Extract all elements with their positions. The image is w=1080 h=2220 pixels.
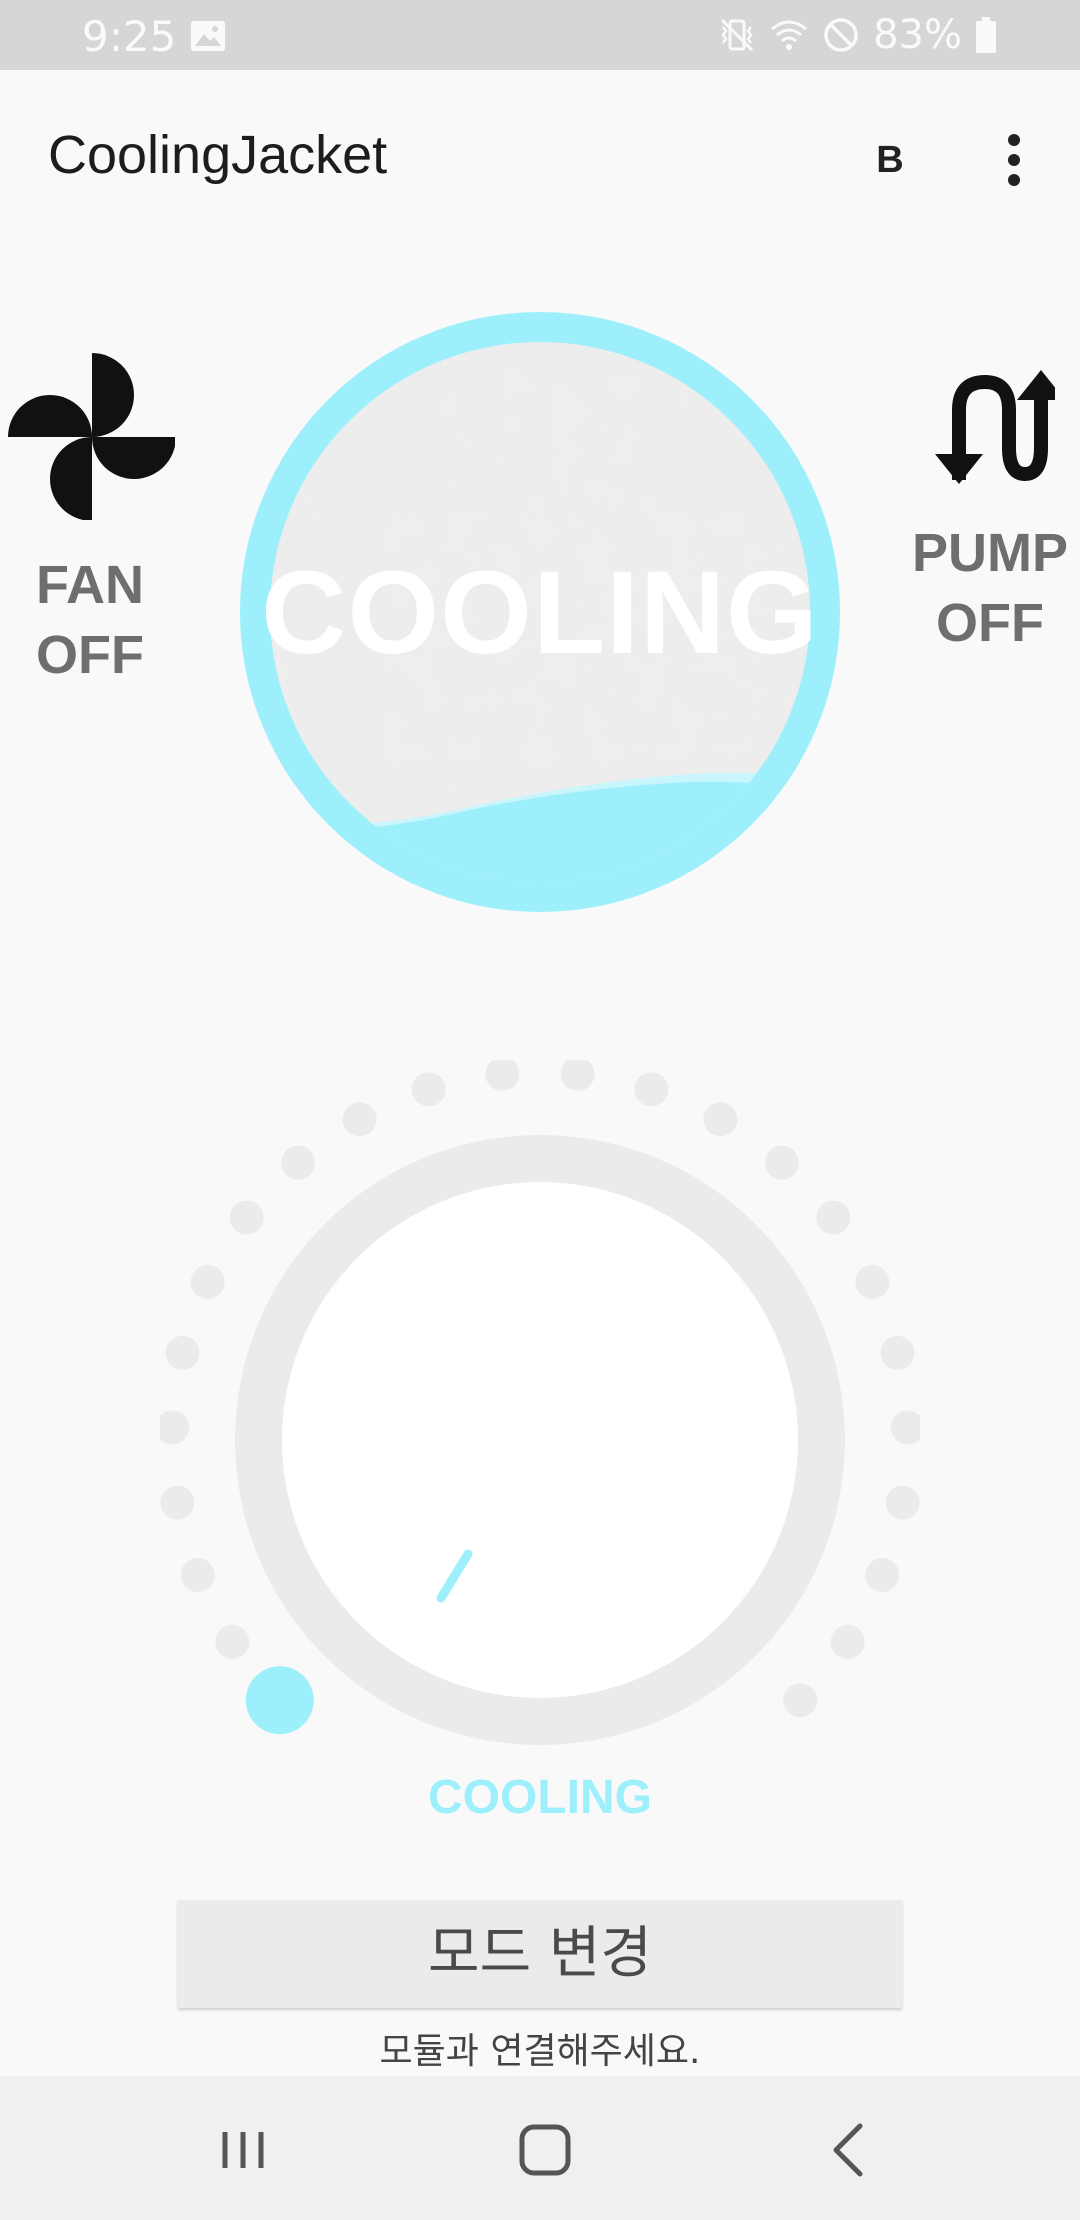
b-button[interactable]: B	[868, 130, 912, 190]
pump-label-state: OFF	[936, 593, 1044, 653]
dial-tick	[160, 1410, 190, 1445]
dial-tick	[411, 1072, 446, 1107]
battery-icon	[976, 17, 996, 53]
vibrate-mute-icon	[721, 18, 754, 52]
dial-tick	[783, 1683, 818, 1718]
back-icon[interactable]	[808, 2110, 888, 2190]
gallery-icon	[191, 21, 225, 51]
dial-tick	[281, 1145, 316, 1180]
dial-tick	[816, 1200, 851, 1235]
pump-label-name: PUMP	[911, 523, 1068, 583]
dial-tick	[634, 1072, 669, 1107]
dial-knob[interactable]	[282, 1182, 798, 1698]
dial-tick	[764, 1145, 799, 1180]
home-icon[interactable]	[505, 2110, 585, 2190]
dial-tick	[485, 1060, 520, 1091]
dial-tick	[160, 1485, 195, 1520]
do-not-disturb-icon	[824, 18, 858, 52]
connection-message: 모듈과 연결해주세요.	[379, 2031, 701, 2072]
fan-label-name: FAN	[36, 555, 144, 615]
nav-bar	[0, 2076, 1080, 2220]
screen: 9:25 83% CoolingJacket B FAN OFF PUMP OF…	[0, 0, 1080, 2220]
pump-flow-icon	[935, 370, 1055, 484]
app-title: CoolingJacket	[48, 125, 388, 185]
dial-tick	[180, 1558, 215, 1593]
status-bar: 9:25 83%	[0, 0, 1080, 70]
dial-tick	[855, 1264, 890, 1299]
status-icons: 83%	[717, 12, 998, 58]
more-vert-icon[interactable]	[994, 130, 1034, 190]
dial-tick	[865, 1558, 900, 1593]
status-time: 9:25	[82, 12, 177, 61]
pump-status[interactable]: PUMP OFF	[900, 370, 1080, 658]
fan-label-state: OFF	[36, 625, 144, 685]
fan-icon	[8, 353, 175, 520]
mode-dial[interactable]	[160, 1060, 920, 1820]
battery-percent: 83%	[873, 12, 962, 58]
dial-tick	[885, 1485, 920, 1520]
dial-tick	[342, 1102, 377, 1137]
dial-tick	[890, 1410, 920, 1445]
cooling-mode-text: COOLING	[261, 547, 819, 679]
fan-status[interactable]: FAN OFF	[0, 350, 180, 690]
dial-tick	[703, 1102, 738, 1137]
change-mode-button[interactable]: 모드 변경	[178, 1900, 902, 2008]
wifi-icon	[771, 20, 808, 50]
dial-tick	[215, 1624, 250, 1659]
dial-tick	[880, 1335, 915, 1370]
dial-tick	[165, 1335, 200, 1370]
dial-level-marker	[245, 1666, 314, 1735]
dial-mode-label: COOLING	[428, 1771, 652, 1824]
recent-apps-icon[interactable]	[203, 2110, 283, 2190]
dial-tick	[830, 1624, 865, 1659]
dial-tick	[229, 1200, 264, 1235]
dial-tick	[190, 1264, 225, 1299]
dial-tick	[560, 1060, 595, 1091]
app-bar: CoolingJacket B	[0, 70, 1080, 246]
